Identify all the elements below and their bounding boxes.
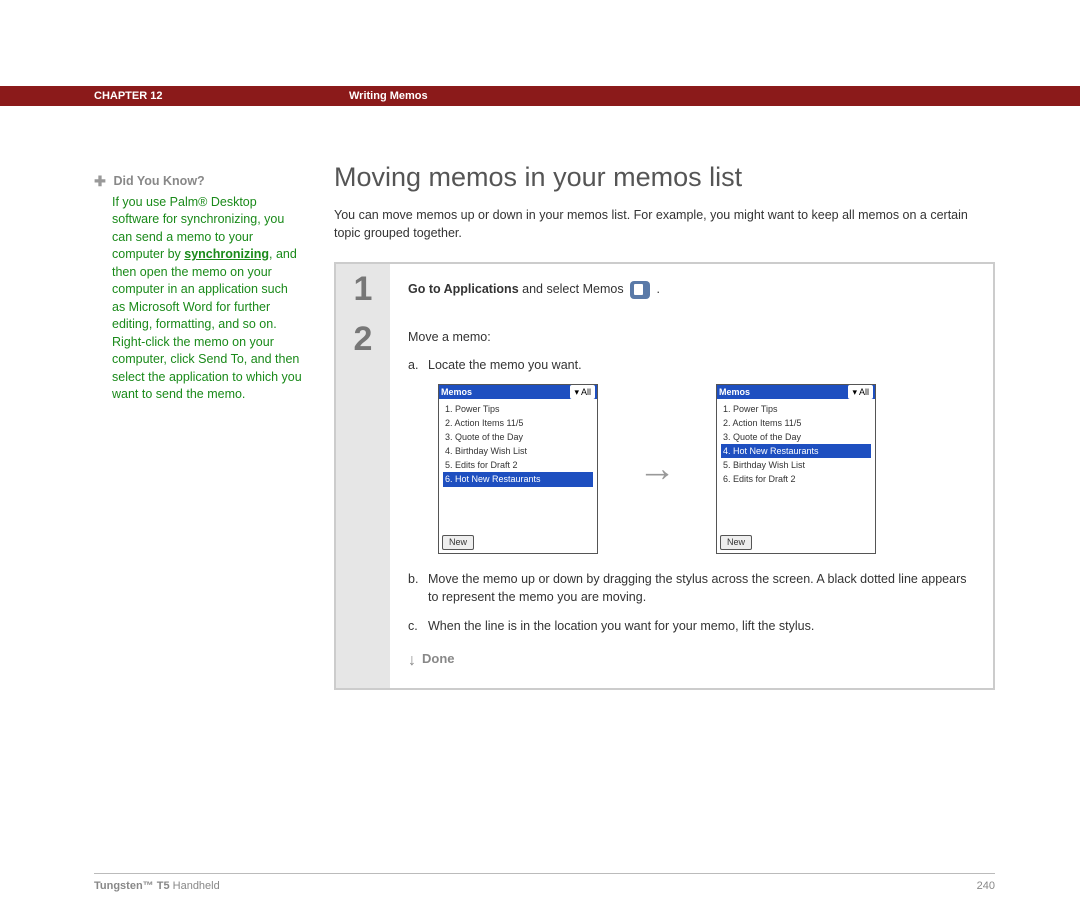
- memos-title: Memos: [441, 385, 472, 399]
- did-you-know-title: Did You Know?: [113, 174, 204, 188]
- memos-category: ▾ All: [570, 385, 595, 399]
- memo-list-item: 2. Action Items 11/5: [443, 416, 593, 430]
- synchronizing-link[interactable]: synchronizing: [184, 247, 269, 261]
- memo-list-item: 3. Quote of the Day: [443, 430, 593, 444]
- memos-app-icon: [630, 281, 650, 299]
- memo-list-item: 6. Hot New Restaurants: [443, 472, 593, 486]
- memos-new-button: New: [720, 535, 752, 550]
- step-number-1: 1: [336, 264, 390, 314]
- step-1-body: Go to Applications and select Memos .: [390, 264, 993, 314]
- footer-rule: [94, 873, 995, 874]
- chapter-header: CHAPTER 12 Writing Memos: [0, 86, 1080, 106]
- step-1-bold: Go to Applications: [408, 282, 519, 296]
- product-name: Tungsten™ T5 Handheld: [94, 880, 220, 892]
- main-content: Moving memos in your memos list You can …: [334, 172, 995, 690]
- step-2-body: Move a memo: a. Locate the memo you want…: [390, 314, 993, 688]
- memo-list-item: 3. Quote of the Day: [721, 430, 871, 444]
- memos-new-button: New: [442, 535, 474, 550]
- memo-list-item: 1. Power Tips: [443, 402, 593, 416]
- arrow-right-icon: →: [638, 442, 676, 497]
- memo-list-item: 5. Birthday Wish List: [721, 458, 871, 472]
- step-2b-text: Move the memo up or down by dragging the…: [428, 570, 975, 606]
- sub-letter-c: c.: [408, 617, 428, 635]
- product-bold: Tungsten™ T5: [94, 880, 170, 892]
- memos-before: Memos ▾ All 1. Power Tips2. Action Items…: [438, 384, 598, 554]
- step-2a: a. Locate the memo you want.: [408, 356, 975, 374]
- step-2-lead: Move a memo:: [408, 328, 975, 346]
- memos-category: ▾ All: [848, 385, 873, 399]
- memo-list-item: 6. Edits for Draft 2: [721, 472, 871, 486]
- sub-letter-b: b.: [408, 570, 428, 606]
- done-label: Done: [422, 651, 455, 666]
- dyk-text-after: , and then open the memo on your compute…: [112, 247, 302, 401]
- step-2b: b. Move the memo up or down by dragging …: [408, 570, 975, 606]
- page-title: Moving memos in your memos list: [334, 162, 995, 193]
- plus-icon: ✚: [94, 172, 106, 192]
- did-you-know-sidebar: ✚ Did You Know? If you use Palm® Desktop…: [94, 172, 334, 690]
- memo-list-item: 2. Action Items 11/5: [721, 416, 871, 430]
- intro-paragraph: You can move memos up or down in your me…: [334, 207, 995, 242]
- memo-list-item: 5. Edits for Draft 2: [443, 458, 593, 472]
- memo-list-item: 1. Power Tips: [721, 402, 871, 416]
- page-footer: Tungsten™ T5 Handheld 240: [94, 880, 995, 892]
- memos-after: Memos ▾ All 1. Power Tips2. Action Items…: [716, 384, 876, 554]
- done-indicator: ↓ Done: [408, 647, 975, 670]
- memos-title: Memos: [719, 385, 750, 399]
- product-rest: Handheld: [170, 880, 220, 892]
- page-number: 240: [977, 880, 995, 892]
- step-2c: c. When the line is in the location you …: [408, 617, 975, 635]
- chapter-number: CHAPTER 12: [94, 86, 349, 106]
- done-arrow-icon: ↓: [408, 649, 416, 672]
- sub-letter-a: a.: [408, 356, 428, 374]
- step-1: 1 Go to Applications and select Memos .: [336, 264, 993, 314]
- step-1-rest: and select Memos: [519, 282, 627, 296]
- step-2a-text: Locate the memo you want.: [428, 356, 582, 374]
- did-you-know-body: If you use Palm® Desktop software for sy…: [112, 194, 304, 404]
- memo-list-item: 4. Birthday Wish List: [443, 444, 593, 458]
- memo-list-item: 4. Hot New Restaurants: [721, 444, 871, 458]
- step-2: 2 Move a memo: a. Locate the memo you wa…: [336, 314, 993, 688]
- memos-after-list: 1. Power Tips2. Action Items 11/53. Quot…: [717, 399, 875, 532]
- step-number-2: 2: [336, 314, 390, 688]
- steps-container: 1 Go to Applications and select Memos . …: [334, 262, 995, 690]
- memos-illustration: Memos ▾ All 1. Power Tips2. Action Items…: [438, 384, 975, 554]
- chapter-title: Writing Memos: [349, 86, 428, 106]
- step-2c-text: When the line is in the location you wan…: [428, 617, 814, 635]
- step-1-tail: .: [653, 282, 660, 296]
- memos-before-list: 1. Power Tips2. Action Items 11/53. Quot…: [439, 399, 597, 532]
